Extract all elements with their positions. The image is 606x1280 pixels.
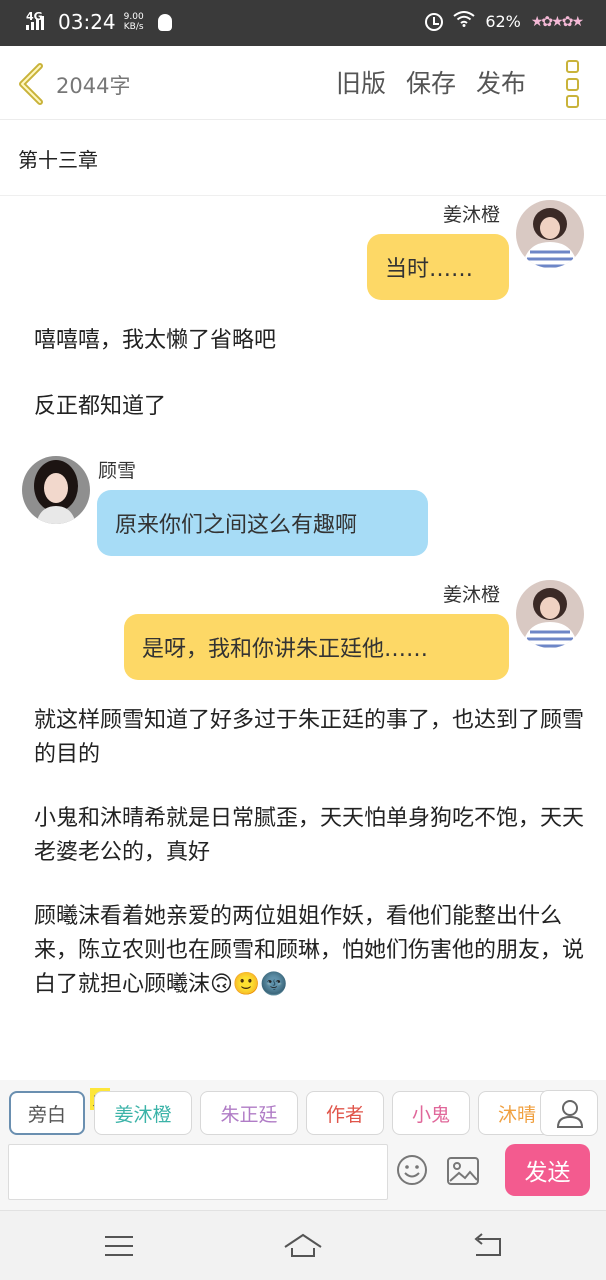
image-icon — [447, 1157, 479, 1185]
wifi-icon — [453, 11, 475, 32]
publish-button[interactable]: 发布 — [476, 64, 526, 100]
network-speed: 9.00 KB/s — [124, 12, 144, 32]
back-nav-button[interactable] — [468, 1231, 508, 1261]
image-button[interactable] — [446, 1156, 480, 1186]
network-type: 4G — [26, 10, 43, 23]
role-label: 小鬼 — [411, 1103, 450, 1126]
home-icon — [284, 1233, 322, 1257]
save-button[interactable]: 保存 — [406, 64, 456, 100]
menu-icon — [105, 1236, 133, 1256]
alarm-icon — [425, 12, 444, 31]
avatar-jiangmucheng-icon — [516, 580, 584, 648]
speed-unit: KB/s — [123, 22, 144, 32]
role-label: 作者 — [325, 1103, 364, 1126]
emoji-button[interactable] — [396, 1154, 428, 1186]
signal-icon: 4G — [26, 10, 44, 30]
avatar[interactable] — [516, 200, 584, 268]
word-count: 2044字 — [56, 74, 131, 98]
chat-bubble[interactable]: 是呀，我和你讲朱正廷他…… — [124, 614, 509, 680]
role-label: 沐晴 — [497, 1103, 536, 1126]
speaker-name: 姜沐橙 — [443, 204, 501, 226]
divider — [0, 195, 606, 196]
narration-text[interactable]: 顾曦沫看着她亲爱的两位姐姐作妖，看他们能整出什么来，陈立农则也在顾雪和顾琳，怕她… — [34, 900, 584, 1002]
chat-bubble[interactable]: 当时…… — [367, 234, 509, 300]
status-left: 4G 03:24 9.00 KB/s — [26, 10, 172, 34]
system-nav-bar — [0, 1210, 606, 1280]
role-label: 旁白 — [27, 1103, 66, 1126]
narration-text[interactable]: 小鬼和沐晴希就是日常腻歪，天天怕单身狗吃不饱，天天老婆老公的，真好 — [34, 802, 584, 870]
role-label: 朱正廷 — [220, 1103, 278, 1126]
role-tab[interactable]: 作者 — [306, 1091, 384, 1135]
menu-button[interactable] — [100, 1231, 140, 1261]
role-manage-button[interactable] — [540, 1090, 598, 1136]
person-icon — [556, 1100, 584, 1128]
back-button[interactable] — [14, 62, 48, 106]
role-tab[interactable]: 小鬼 — [392, 1091, 470, 1135]
speaker-name: 姜沐橙 — [443, 584, 501, 606]
qq-icon — [157, 13, 172, 31]
speed-value: 9.00 — [123, 12, 144, 22]
narration-text[interactable]: 就这样顾雪知道了好多过于朱正廷的事了，也达到了顾雪的目的 — [34, 704, 584, 772]
status-time: 03:24 — [58, 10, 116, 34]
battery-level: 62% — [485, 12, 521, 31]
message-text: 是呀，我和你讲朱正廷他…… — [142, 637, 429, 662]
menu-dots-icon[interactable] — [566, 60, 580, 108]
role-tab[interactable]: 姜沐橙 — [94, 1091, 192, 1135]
chapter-title[interactable]: 第十三章 — [18, 144, 98, 173]
home-button[interactable] — [283, 1231, 323, 1261]
emoji-icon — [397, 1155, 427, 1185]
role-tab[interactable]: 旁白 — [9, 1091, 85, 1135]
avatar-guxue-icon — [22, 456, 90, 524]
speaker-name: 顾雪 — [98, 460, 137, 482]
narration-text[interactable]: 反正都知道了 — [34, 390, 584, 424]
back-arrow-icon — [19, 63, 43, 105]
message-text: 原来你们之间这么有趣啊 — [115, 513, 358, 538]
battery-decoration-icon: ★✿★✿★ — [530, 13, 584, 30]
send-button[interactable]: 发送 — [505, 1144, 590, 1196]
narration-text[interactable]: 嘻嘻嘻，我太懒了省略吧 — [34, 324, 584, 358]
role-bar: 旁白 主 姜沐橙 朱正廷 作者 小鬼 沐晴 — [0, 1080, 606, 1210]
old-version-button[interactable]: 旧版 — [336, 64, 386, 100]
message-text: 当时…… — [385, 257, 474, 282]
screen: 4G 03:24 9.00 KB/s 62% ★✿★✿★ 2044字 旧版 保存… — [0, 0, 606, 1280]
message-input[interactable] — [8, 1144, 388, 1200]
role-label: 姜沐橙 — [114, 1103, 172, 1126]
return-icon — [474, 1233, 501, 1256]
editor-header: 2044字 旧版 保存 发布 — [0, 46, 606, 120]
chat-bubble[interactable]: 原来你们之间这么有趣啊 — [97, 490, 428, 556]
role-tab[interactable]: 朱正廷 — [200, 1091, 298, 1135]
status-right: 62% ★✿★✿★ — [425, 11, 584, 32]
avatar[interactable] — [516, 580, 584, 648]
avatar[interactable] — [22, 456, 90, 524]
status-bar: 4G 03:24 9.00 KB/s 62% ★✿★✿★ — [0, 0, 606, 46]
avatar-jiangmucheng-icon — [516, 200, 584, 268]
